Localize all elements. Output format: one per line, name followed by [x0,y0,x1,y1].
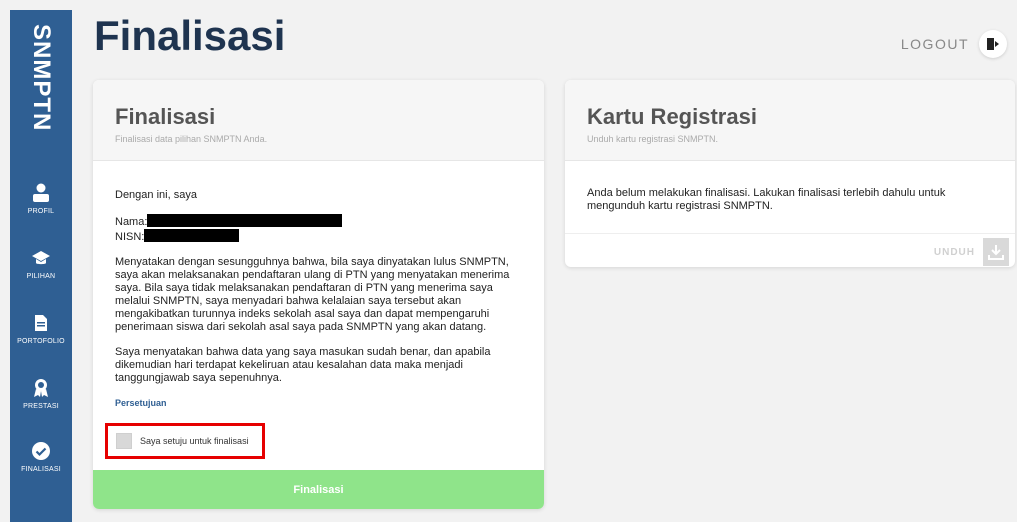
finalisasi-card: Finalisasi Finalisasi data pilihan SNMPT… [93,80,544,509]
card-title: Kartu Registrasi [587,104,757,129]
sidebar: SNMPTN PROFIL PILIHAN PORTOFOLIO PRESTAS… [10,10,72,522]
logout-label: LOGOUT [900,36,969,52]
nama-label: Nama: [115,216,148,228]
sidebar-item-label: PRESTASI [23,403,59,410]
graduation-cap-icon [29,247,53,269]
redacted-name [147,214,343,227]
sidebar-item-portofolio[interactable]: PORTOFOLIO [10,312,72,360]
check-circle-icon [29,440,53,462]
statement-paragraph: Menyatakan dengan sesungguhnya bahwa, bi… [115,256,510,333]
card-subtitle: Finalisasi data pilihan SNMPTN Anda. [115,134,268,144]
sidebar-item-finalisasi[interactable]: FINALISASI [10,440,72,488]
consent-label: Persetujuan [115,398,167,408]
sidebar-item-prestasi[interactable]: PRESTASI [10,377,72,425]
sidebar-item-label: PROFIL [27,208,55,215]
sidebar-item-label: PORTOFOLIO [17,338,65,345]
finalisasi-button[interactable]: Finalisasi [93,470,544,509]
redacted-nisn [144,229,240,242]
card-subtitle: Unduh kartu registrasi SNMPTN. [587,134,719,144]
sidebar-item-label: FINALISASI [21,466,61,473]
sidebar-item-pilihan[interactable]: PILIHAN [10,247,72,295]
download-row: UNDUH [565,234,1015,267]
nisn-row: NISN: [115,229,522,244]
card-body: Dengan ini, saya Nama: NISN: Menyatakan … [93,161,544,410]
brand-logo: SNMPTN [28,24,55,132]
award-icon [29,377,53,399]
card-body: Anda belum melakukan finalisasi. Lakukan… [565,161,1015,234]
consent-checkbox[interactable] [116,433,132,449]
card-title: Finalisasi [115,104,216,129]
kartu-registrasi-card: Kartu Registrasi Unduh kartu registrasi … [565,80,1015,267]
card-header: Kartu Registrasi Unduh kartu registrasi … [565,80,1015,161]
sidebar-item-profil[interactable]: PROFIL [10,182,72,230]
download-icon[interactable] [983,238,1009,266]
sidebar-item-label: PILIHAN [26,273,56,280]
nama-row: Nama: [115,214,522,229]
download-button[interactable]: UNDUH [934,247,975,258]
logout-icon[interactable] [979,30,1007,58]
statement-paragraph: Saya menyatakan bahwa data yang saya mas… [115,346,491,384]
nisn-label: NISN: [115,231,145,243]
logout-button[interactable]: LOGOUT [901,30,1007,58]
consent-highlight: Saya setuju untuk finalisasi [105,423,265,459]
card-header: Finalisasi Finalisasi data pilihan SNMPT… [93,80,544,161]
consent-checkbox-label[interactable]: Saya setuju untuk finalisasi [140,436,249,446]
status-message: Anda belum melakukan finalisasi. Lakukan… [587,187,946,212]
user-icon [29,182,53,204]
intro-text: Dengan ini, saya [115,189,197,201]
page-title: Finalisasi [94,12,286,59]
document-icon [29,312,53,334]
